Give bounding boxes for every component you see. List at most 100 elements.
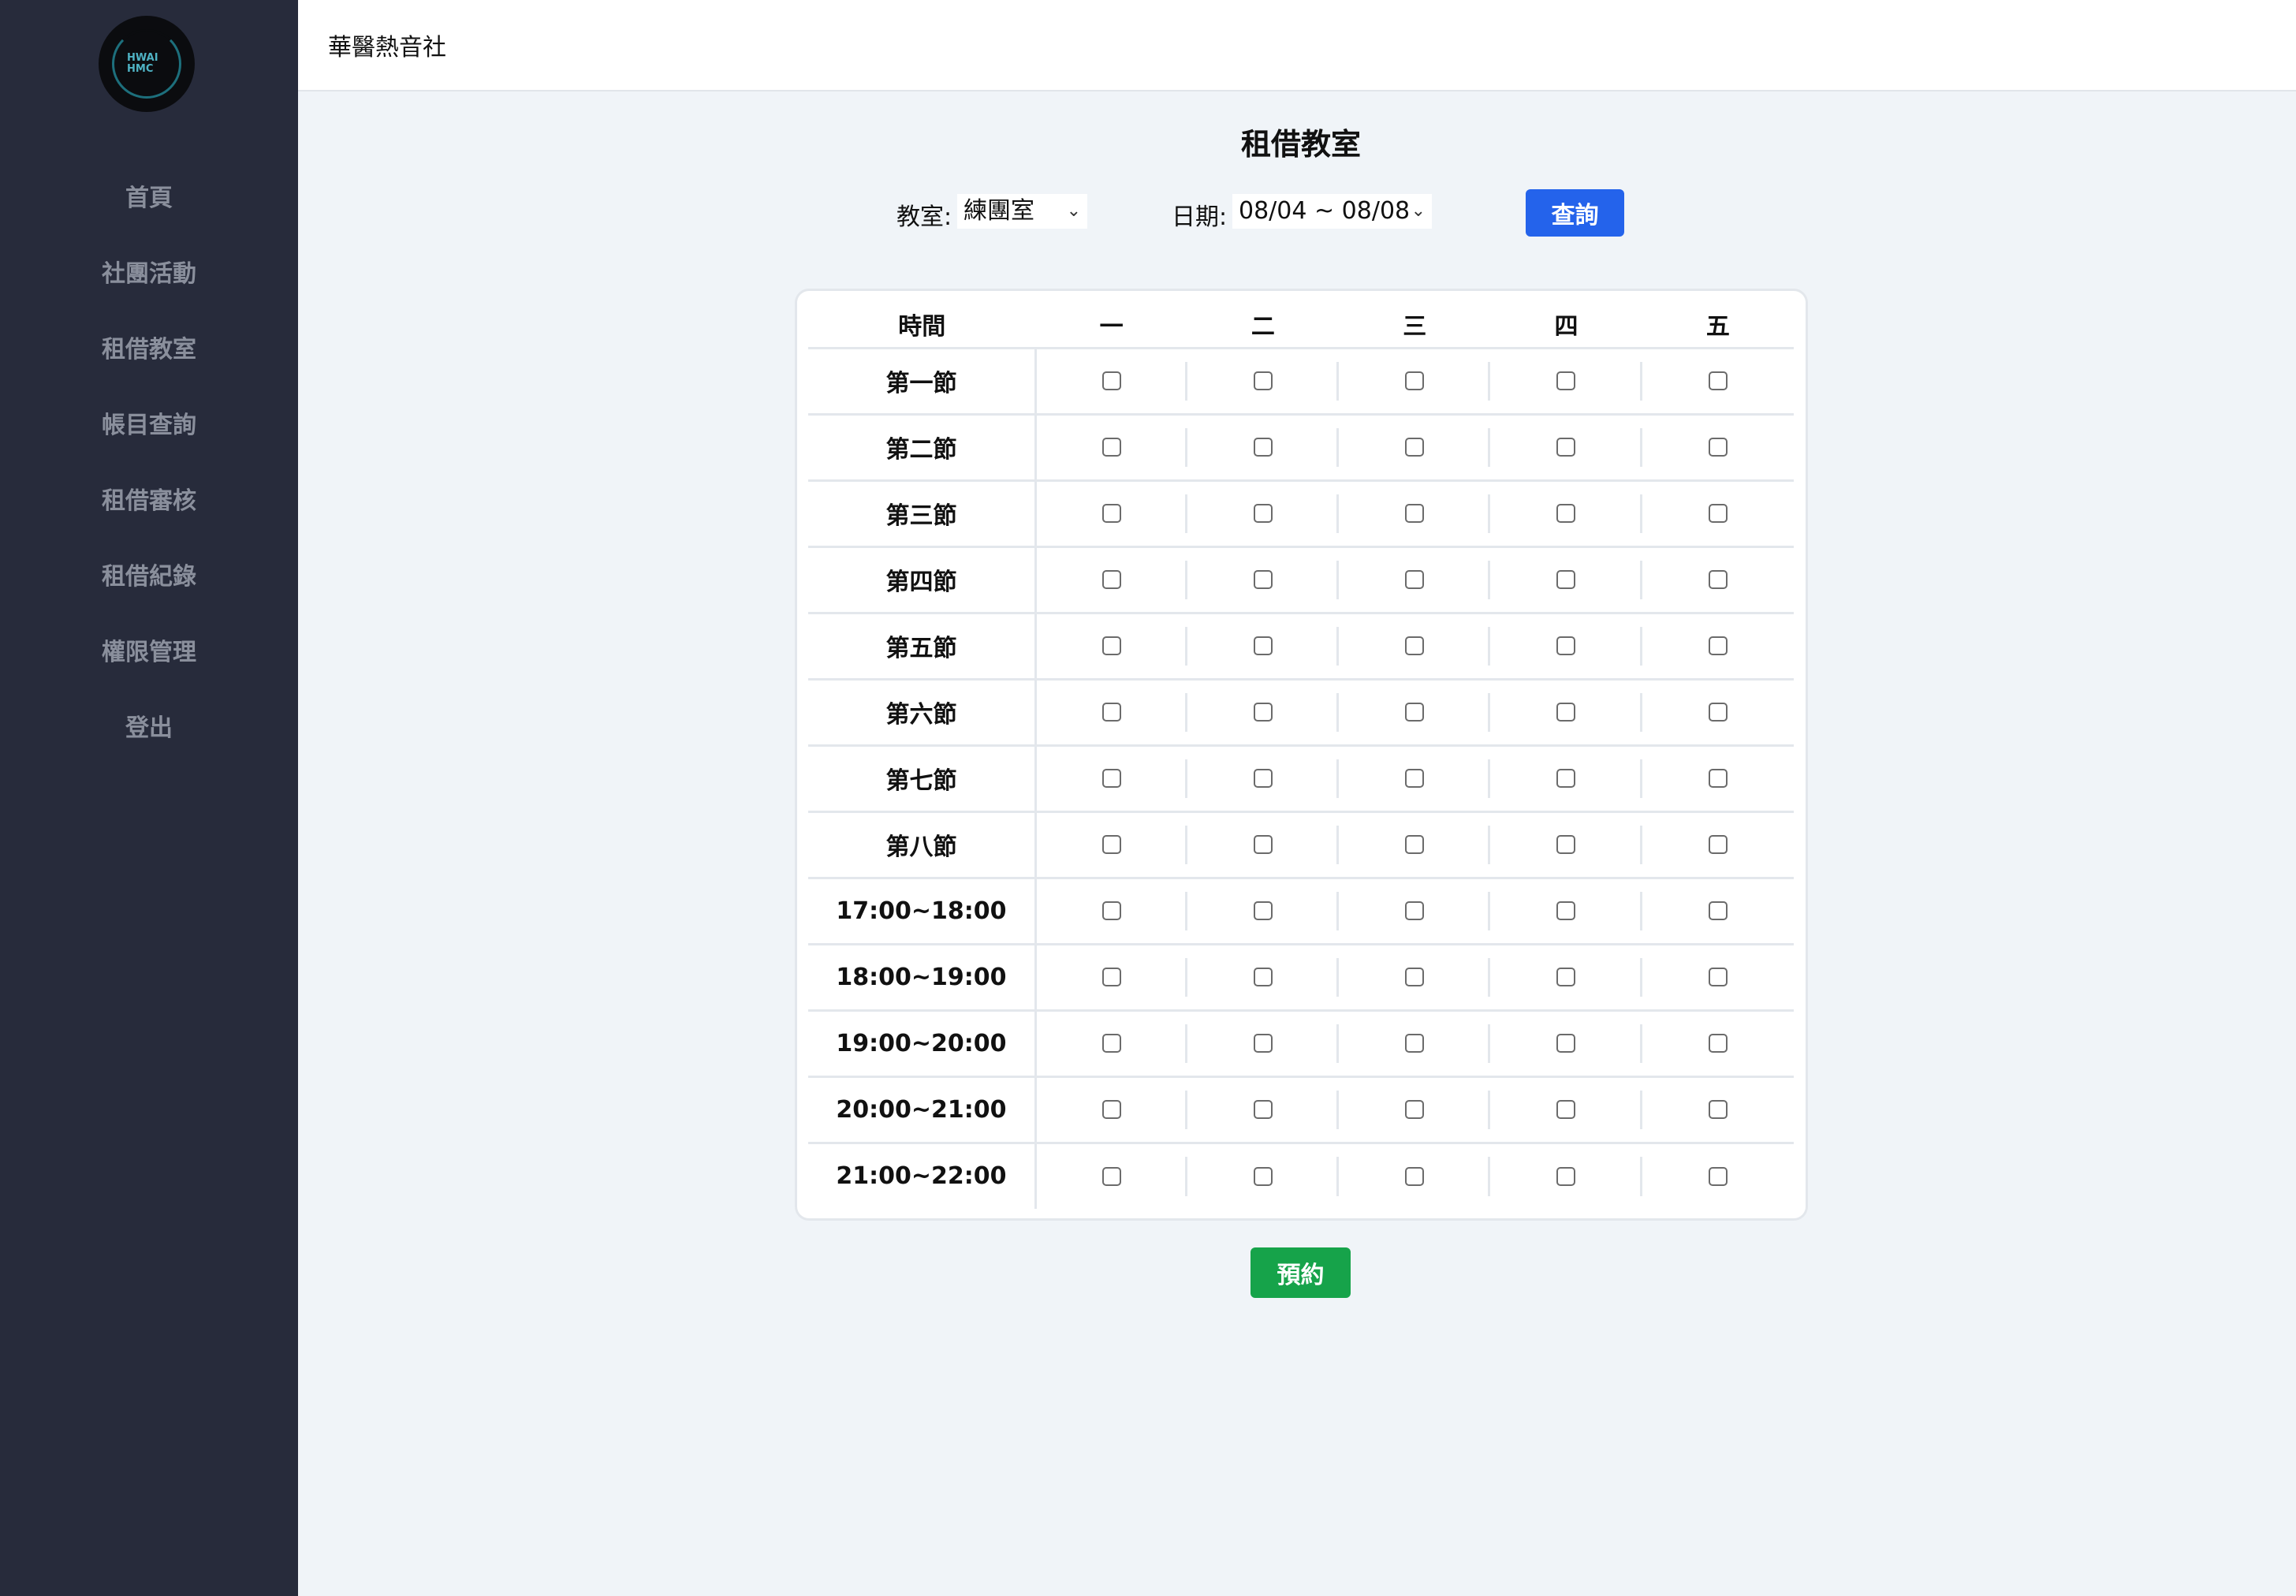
slot-checkbox[interactable]	[1102, 703, 1122, 722]
reserve-button[interactable]: 預約	[1250, 1247, 1351, 1298]
slot-cell	[1339, 878, 1491, 945]
slot-cell	[1642, 811, 1794, 879]
column-header-thu: 四	[1490, 302, 1642, 349]
slot-checkbox[interactable]	[1708, 1034, 1728, 1053]
slot-checkbox[interactable]	[1253, 504, 1273, 523]
slot-checkbox[interactable]	[1556, 769, 1576, 788]
slot-cell	[1187, 348, 1340, 416]
slot-cell	[1339, 348, 1491, 416]
slot-checkbox[interactable]	[1405, 1100, 1425, 1119]
slot-checkbox[interactable]	[1253, 438, 1273, 457]
slot-checkbox[interactable]	[1253, 703, 1273, 722]
slot-checkbox[interactable]	[1556, 504, 1576, 523]
slot-checkbox[interactable]	[1556, 1034, 1576, 1053]
slot-checkbox[interactable]	[1253, 1034, 1273, 1053]
time-slot-label: 17:00~18:00	[808, 878, 1037, 945]
slot-checkbox[interactable]	[1253, 901, 1273, 920]
slot-checkbox[interactable]	[1556, 901, 1576, 920]
slot-checkbox[interactable]	[1556, 1100, 1576, 1119]
slot-checkbox[interactable]	[1556, 570, 1576, 589]
slot-checkbox[interactable]	[1405, 438, 1425, 457]
slot-checkbox[interactable]	[1102, 1034, 1122, 1053]
slot-checkbox[interactable]	[1556, 438, 1576, 457]
top-header: 華醫熱音社	[298, 0, 2296, 91]
slot-cell	[1642, 1143, 1794, 1209]
slot-checkbox[interactable]	[1102, 636, 1122, 655]
sidebar-item-accounts[interactable]: 帳目查詢	[0, 385, 298, 461]
slot-checkbox[interactable]	[1253, 1100, 1273, 1119]
slot-checkbox[interactable]	[1708, 504, 1728, 523]
slot-checkbox[interactable]	[1405, 371, 1425, 390]
slot-checkbox[interactable]	[1556, 636, 1576, 655]
slot-checkbox[interactable]	[1405, 703, 1425, 722]
slot-checkbox[interactable]	[1102, 1100, 1122, 1119]
slot-checkbox[interactable]	[1405, 636, 1425, 655]
slot-checkbox[interactable]	[1556, 968, 1576, 986]
slot-checkbox[interactable]	[1708, 1100, 1728, 1119]
sidebar-item-permissions[interactable]: 權限管理	[0, 612, 298, 688]
slot-cell	[1490, 679, 1642, 747]
slot-checkbox[interactable]	[1253, 1166, 1273, 1186]
slot-checkbox[interactable]	[1556, 835, 1576, 854]
slot-checkbox[interactable]	[1405, 968, 1425, 986]
sidebar-item-rental-review[interactable]: 租借審核	[0, 461, 298, 536]
slot-checkbox[interactable]	[1102, 438, 1122, 457]
room-select-value: 練團室	[964, 197, 1034, 225]
slot-checkbox[interactable]	[1253, 570, 1273, 589]
slot-checkbox[interactable]	[1253, 769, 1273, 788]
slot-checkbox[interactable]	[1405, 504, 1425, 523]
room-select[interactable]: 練團室 ⌄	[957, 194, 1087, 229]
slot-checkbox[interactable]	[1708, 371, 1728, 390]
slot-checkbox[interactable]	[1708, 438, 1728, 457]
slot-checkbox[interactable]	[1102, 769, 1122, 788]
slot-checkbox[interactable]	[1102, 968, 1122, 986]
table-row: 20:00~21:00	[808, 1076, 1794, 1144]
time-slot-label: 19:00~20:00	[808, 1010, 1037, 1078]
table-row: 第五節	[808, 613, 1794, 681]
slot-cell	[1187, 414, 1340, 482]
slot-checkbox[interactable]	[1405, 769, 1425, 788]
slot-checkbox[interactable]	[1708, 968, 1728, 986]
slot-checkbox[interactable]	[1102, 1166, 1122, 1186]
slot-checkbox[interactable]	[1405, 1034, 1425, 1053]
table-row: 17:00~18:00	[808, 878, 1794, 945]
slot-checkbox[interactable]	[1253, 968, 1273, 986]
slot-checkbox[interactable]	[1556, 371, 1576, 390]
slot-checkbox[interactable]	[1708, 570, 1728, 589]
slot-cell	[1490, 414, 1642, 482]
slot-checkbox[interactable]	[1405, 901, 1425, 920]
sidebar-item-club-activities[interactable]: 社團活動	[0, 233, 298, 309]
slot-checkbox[interactable]	[1708, 703, 1728, 722]
slot-cell	[1187, 811, 1340, 879]
sidebar-item-logout[interactable]: 登出	[0, 688, 298, 763]
slot-checkbox[interactable]	[1253, 835, 1273, 854]
slot-checkbox[interactable]	[1708, 636, 1728, 655]
time-slot-label: 20:00~21:00	[808, 1076, 1037, 1144]
slot-cell	[1035, 480, 1187, 548]
slot-checkbox[interactable]	[1405, 835, 1425, 854]
slot-checkbox[interactable]	[1405, 570, 1425, 589]
slot-checkbox[interactable]	[1102, 504, 1122, 523]
column-header-time: 時間	[808, 302, 1036, 349]
slot-checkbox[interactable]	[1405, 1166, 1425, 1186]
slot-checkbox[interactable]	[1556, 703, 1576, 722]
slot-checkbox[interactable]	[1708, 835, 1728, 854]
sidebar-item-rent-classroom[interactable]: 租借教室	[0, 309, 298, 385]
slot-checkbox[interactable]	[1708, 769, 1728, 788]
slot-cell	[1187, 878, 1340, 945]
slot-cell	[1642, 679, 1794, 747]
slot-checkbox[interactable]	[1708, 901, 1728, 920]
sidebar-item-rental-records[interactable]: 租借紀錄	[0, 536, 298, 612]
slot-checkbox[interactable]	[1102, 901, 1122, 920]
slot-checkbox[interactable]	[1102, 371, 1122, 390]
slot-checkbox[interactable]	[1556, 1166, 1576, 1186]
slot-checkbox[interactable]	[1102, 570, 1122, 589]
slot-checkbox[interactable]	[1102, 835, 1122, 854]
slot-checkbox[interactable]	[1253, 371, 1273, 390]
query-button[interactable]: 查詢	[1526, 189, 1624, 237]
slot-checkbox[interactable]	[1253, 636, 1273, 655]
date-select[interactable]: 08/04 ~ 08/08 ⌄	[1232, 194, 1432, 229]
table-row: 第三節	[808, 480, 1794, 548]
slot-checkbox[interactable]	[1708, 1166, 1728, 1186]
club-logo[interactable]: HWAI HMC	[99, 16, 195, 112]
